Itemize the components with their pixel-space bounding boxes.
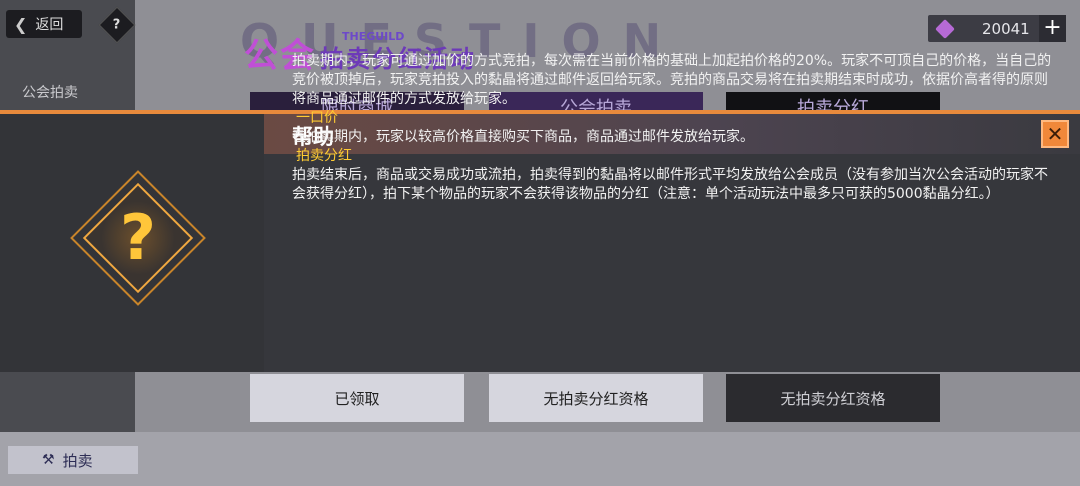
banner-guild-label: THEGUILD — [342, 30, 405, 43]
help-heading-dividend: 拍卖分红 — [296, 148, 352, 164]
back-button[interactable]: ❮ 返回 — [6, 10, 82, 38]
back-label: 返回 — [35, 17, 64, 33]
add-currency-button[interactable]: + — [1039, 15, 1066, 42]
help-paragraph-buyout: 在拍卖期内，玩家以较高价格直接购买下商品，商品通过邮件发放给玩家。 — [292, 129, 754, 145]
bottom-bar — [0, 432, 1080, 486]
dialog-icon-panel: ? — [0, 114, 264, 372]
no-dividend-button-1[interactable]: 无拍卖分红资格 — [489, 374, 703, 422]
help-paragraph-dividend: 拍卖结束后，商品或交易成功或流拍，拍卖得到的黏晶将以邮件形式平均发放给公会成员（… — [292, 167, 1048, 202]
tab-auction-label: 拍卖 — [62, 451, 93, 470]
help-heading-buyout: 一口价 — [296, 110, 338, 126]
currency-amount: 20041 — [982, 19, 1030, 38]
claimed-button[interactable]: 已领取 — [250, 374, 464, 422]
question-icon: ? — [113, 17, 121, 33]
hammer-icon: ⚒ — [42, 452, 55, 468]
question-mark-icon: ? — [120, 201, 156, 274]
chevron-left-icon: ❮ — [14, 14, 28, 34]
tab-auction[interactable]: ⚒ 拍卖 — [8, 446, 138, 474]
currency-display: 20041 + — [928, 15, 1066, 42]
gem-icon — [935, 18, 955, 39]
help-content: 拍卖期内，玩家可通过加价的方式竞拍，每次需在当前价格的基础上加起拍价格的20%。… — [292, 52, 1052, 204]
no-dividend-button-2[interactable]: 无拍卖分红资格 — [726, 374, 940, 422]
sidebar-item-guild-auction[interactable]: 公会拍卖 — [22, 82, 78, 102]
help-paragraph-bidding: 拍卖期内，玩家可通过加价的方式竞拍，每次需在当前价格的基础上加起拍价格的20%。… — [292, 53, 1052, 107]
